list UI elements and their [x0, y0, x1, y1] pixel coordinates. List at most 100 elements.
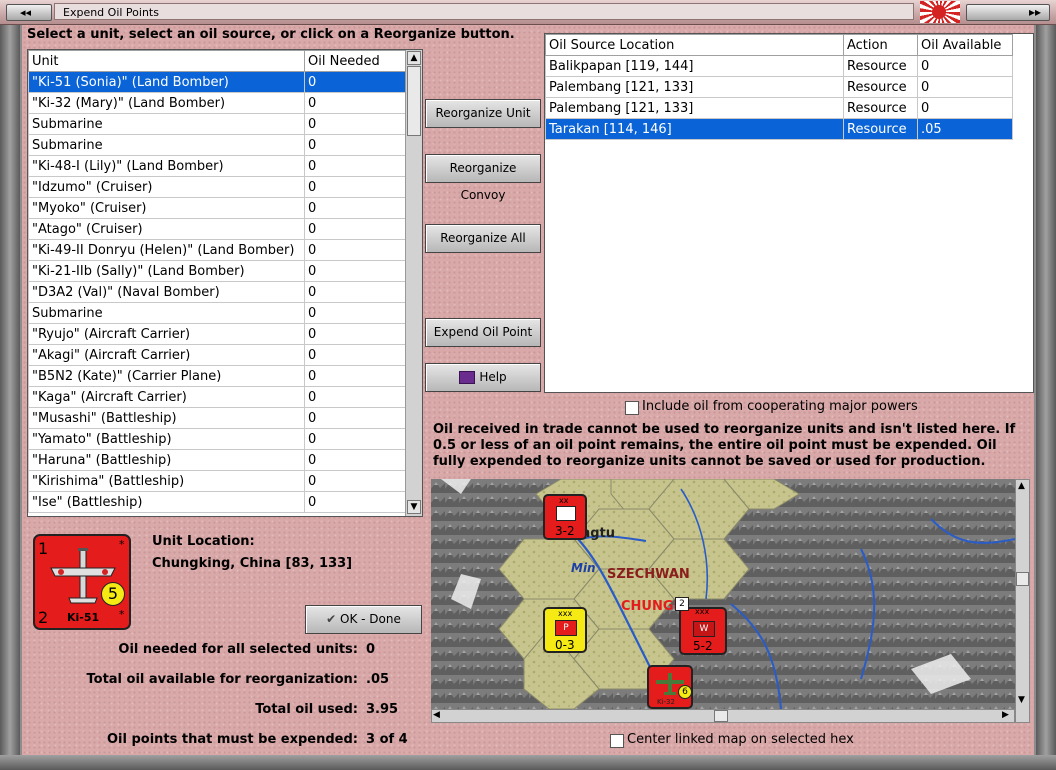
- column-header-unit[interactable]: Unit: [28, 50, 305, 72]
- oil-available-cell: .05: [917, 118, 1013, 140]
- map-horizontal-scrollbar[interactable]: ◀ ▶: [431, 709, 1015, 723]
- oil-source-action-cell: Resource: [843, 55, 918, 77]
- map-counter-hq[interactable]: xxx P 0-3: [543, 607, 587, 653]
- map-vertical-scrollbar[interactable]: ▲ ▼: [1015, 479, 1030, 723]
- unit-row[interactable]: "Ise" (Battleship) 0: [28, 491, 406, 513]
- unit-name-cell: "Myoko" (Cruiser): [28, 197, 305, 219]
- units-scrollbar[interactable]: ▲ ▼: [405, 50, 422, 516]
- unit-row[interactable]: "Ki-32 (Mary)" (Land Bomber) 0: [28, 92, 406, 114]
- expend-oil-point-button[interactable]: Expend Oil Point: [425, 318, 541, 347]
- unit-row[interactable]: "Idzumo" (Cruiser) 0: [28, 176, 406, 198]
- reorganize-unit-button[interactable]: Reorganize Unit: [425, 99, 541, 128]
- window-menu-button[interactable]: ◂◂: [6, 4, 52, 21]
- left-frame-border: [0, 25, 20, 770]
- oil-source-action-cell: Resource: [843, 76, 918, 98]
- counter-strength-label: 5-2: [693, 639, 713, 653]
- oil-source-row[interactable]: Tarakan [114, 146] Resource .05: [545, 118, 1013, 140]
- map-counter-infantry[interactable]: xx 3-2: [543, 494, 587, 540]
- unit-row[interactable]: "D3A2 (Val)" (Naval Bomber) 0: [28, 281, 406, 303]
- unit-row[interactable]: "Ki-21-IIb (Sally)" (Land Bomber) 0: [28, 260, 406, 282]
- unit-name-cell: "Ryujo" (Aircraft Carrier): [28, 323, 305, 345]
- unit-row[interactable]: Submarine 0: [28, 302, 406, 324]
- unit-name-cell: "Ki-49-II Donryu (Helen)" (Land Bomber): [28, 239, 305, 261]
- scroll-up-button[interactable]: ▲: [1018, 481, 1025, 491]
- oil-source-row[interactable]: Palembang [121, 133] Resource 0: [545, 76, 1013, 98]
- include-cooperating-label: Include oil from cooperating major power…: [642, 399, 918, 414]
- column-header-oil-needed[interactable]: Oil Needed: [304, 50, 406, 72]
- unit-row[interactable]: Submarine 0: [28, 134, 406, 156]
- help-button[interactable]: Help: [425, 363, 541, 392]
- unit-row[interactable]: Submarine 0: [28, 113, 406, 135]
- checkmark-icon: ✔: [326, 612, 337, 626]
- linked-map[interactable]: SZECHWAN CHUNGKI ngtu Min xx 3-2 xxx P 0…: [431, 479, 1015, 709]
- column-header-oil-available[interactable]: Oil Available: [917, 34, 1013, 56]
- unit-name-cell: "Haruna" (Battleship): [28, 449, 305, 471]
- oil-needed-cell: 0: [304, 92, 406, 114]
- help-book-icon: [459, 371, 476, 384]
- unit-row[interactable]: "Atago" (Cruiser) 0: [28, 218, 406, 240]
- column-header-location[interactable]: Oil Source Location: [545, 34, 844, 56]
- help-button-label: Help: [479, 370, 507, 384]
- reorganize-all-button[interactable]: Reorganize All: [425, 224, 541, 253]
- oil-needed-cell: 0: [304, 470, 406, 492]
- scroll-up-button[interactable]: ▲: [407, 51, 421, 65]
- scroll-down-button[interactable]: ▼: [407, 500, 421, 514]
- unit-row[interactable]: "Myoko" (Cruiser) 0: [28, 197, 406, 219]
- unit-row[interactable]: "Ryujo" (Aircraft Carrier) 0: [28, 323, 406, 345]
- scroll-right-button[interactable]: ▶: [1002, 710, 1009, 720]
- unit-row[interactable]: "Haruna" (Battleship) 0: [28, 449, 406, 471]
- oil-source-action-cell: Resource: [843, 118, 918, 140]
- oil-source-row[interactable]: Palembang [121, 133] Resource 0: [545, 97, 1013, 119]
- counter-size-marker: xxx: [695, 607, 710, 616]
- japan-flag-icon: [920, 1, 960, 23]
- map-counter-plane[interactable]: 6 Ki-32: [647, 665, 693, 709]
- include-cooperating-checkbox[interactable]: [625, 401, 639, 415]
- oil-notice-text: Oil received in trade cannot be used to …: [433, 422, 1016, 469]
- close-icon: ▸▸: [1028, 5, 1041, 19]
- counter-top-left-number: 1: [38, 539, 49, 558]
- unit-name-cell: Submarine: [28, 302, 305, 324]
- total-available-value: .05: [366, 672, 390, 687]
- oil-source-location-cell: Tarakan [114, 146]: [545, 118, 844, 140]
- right-frame-border: [1036, 25, 1056, 770]
- center-linked-map-checkbox[interactable]: [610, 734, 624, 748]
- scroll-down-button[interactable]: ▼: [1018, 695, 1025, 705]
- map-hscroll-thumb[interactable]: [714, 710, 728, 722]
- oil-available-cell: 0: [917, 76, 1013, 98]
- unit-row[interactable]: "Ki-51 (Sonia)" (Land Bomber) 0: [28, 71, 406, 93]
- unit-name-cell: Submarine: [28, 113, 305, 135]
- unit-row[interactable]: "Yamato" (Battleship) 0: [28, 428, 406, 450]
- total-used-value: 3.95: [366, 702, 399, 717]
- oil-source-row[interactable]: Balikpapan [119, 144] Resource 0: [545, 55, 1013, 77]
- map-counter-armor[interactable]: xxx 2 W 5-2: [675, 597, 727, 655]
- ok-done-label: OK - Done: [340, 612, 401, 626]
- window-title: Expend Oil Points: [54, 3, 914, 20]
- oil-needed-cell: 0: [304, 71, 406, 93]
- unit-name-cell: "Atago" (Cruiser): [28, 218, 305, 240]
- scroll-thumb[interactable]: [407, 66, 421, 136]
- scroll-left-button[interactable]: ◀: [433, 710, 440, 720]
- unit-name-cell: "Musashi" (Battleship): [28, 407, 305, 429]
- center-linked-map-label: Center linked map on selected hex: [627, 732, 854, 747]
- close-button[interactable]: ▸▸: [966, 4, 1050, 21]
- unit-row[interactable]: "B5N2 (Kate)" (Carrier Plane) 0: [28, 365, 406, 387]
- counter-strength-label: 3-2: [555, 524, 575, 538]
- column-header-action[interactable]: Action: [843, 34, 918, 56]
- unit-row[interactable]: "Ki-48-I (Lily)" (Land Bomber) 0: [28, 155, 406, 177]
- unit-row[interactable]: "Akagi" (Aircraft Carrier) 0: [28, 344, 406, 366]
- unit-location-label: Unit Location:: [152, 534, 255, 549]
- oil-needed-cell: 0: [304, 386, 406, 408]
- counter-strength: 5: [101, 582, 125, 606]
- unit-name-cell: "Ise" (Battleship): [28, 491, 305, 513]
- unit-row[interactable]: "Kaga" (Aircraft Carrier) 0: [28, 386, 406, 408]
- ok-done-button[interactable]: ✔ OK - Done: [305, 605, 422, 634]
- reorganize-convoy-button[interactable]: Reorganize Convoy: [425, 154, 541, 202]
- unit-counter: 1 * 5 2 Ki-51 *: [33, 534, 131, 630]
- unit-row[interactable]: "Kirishima" (Battleship) 0: [28, 470, 406, 492]
- unit-row[interactable]: "Musashi" (Battleship) 0: [28, 407, 406, 429]
- map-vscroll-thumb[interactable]: [1016, 572, 1029, 586]
- oil-needed-cell: 0: [304, 260, 406, 282]
- unit-row[interactable]: "Ki-49-II Donryu (Helen)" (Land Bomber) 0: [28, 239, 406, 261]
- oil-needed-cell: 0: [304, 491, 406, 513]
- oil-source-location-cell: Palembang [121, 133]: [545, 76, 844, 98]
